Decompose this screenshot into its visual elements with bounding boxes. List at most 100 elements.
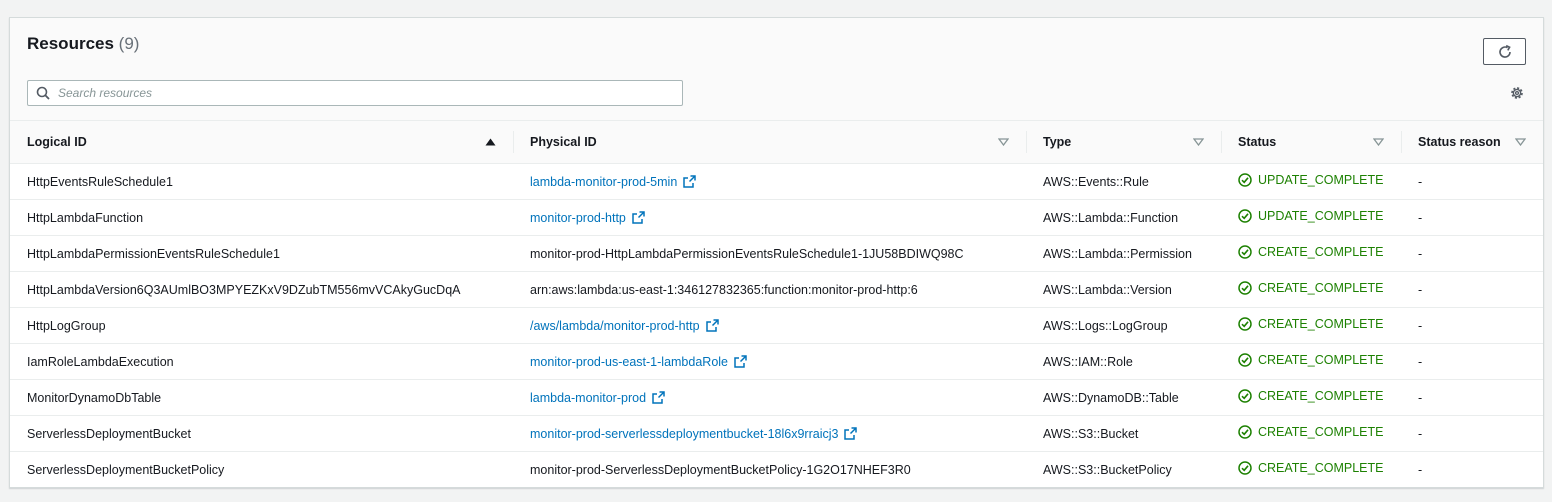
refresh-icon [1497,44,1513,60]
status-cell: UPDATE_COMPLETE [1221,164,1401,200]
logical-id: ServerlessDeploymentBucketPolicy [27,462,225,477]
status-cell: CREATE_COMPLETE [1221,452,1401,488]
external-link-icon [705,319,719,332]
column-header-status[interactable]: Status [1221,121,1401,164]
search-input[interactable] [58,86,658,100]
search-icon [28,81,58,105]
logical-id: HttpLambdaPermissionEventsRuleSchedule1 [27,246,280,261]
status-reason: - [1418,390,1423,405]
status-reason-cell: - [1401,164,1543,200]
logical-id-cell: IamRoleLambdaExecution [10,344,513,380]
physical-id-link[interactable]: lambda-monitor-prod-5min [530,175,697,189]
check-circle-icon [1238,389,1252,403]
type-cell: AWS::DynamoDB::Table [1026,380,1221,416]
table-row: HttpLambdaFunction monitor-prod-http AWS::… [10,200,1543,236]
table-row: HttpLambdaPermissionEventsRuleSchedule1 m… [10,236,1543,272]
logical-id: HttpLambdaFunction [27,210,144,225]
caret-up-icon [485,138,496,146]
table-row: ServerlessDeploymentBucket monitor-prod-s… [10,416,1543,452]
physical-id-link[interactable]: monitor-prod-us-east-1-lambdaRole [530,355,747,369]
resource-type: AWS::S3::BucketPolicy [1043,462,1172,477]
external-link-icon [844,427,858,440]
physical-id-cell: monitor-prod-http [513,200,1026,236]
resource-type: AWS::IAM::Role [1043,354,1133,369]
type-cell: AWS::S3::Bucket [1026,416,1221,452]
logical-id-cell: ServerlessDeploymentBucketPolicy [10,452,513,488]
status-reason-cell: - [1401,200,1543,236]
search-field[interactable] [27,80,683,106]
resource-count: (9) [118,34,140,53]
resource-type: AWS::Logs::LogGroup [1043,318,1168,333]
status-cell: CREATE_COMPLETE [1221,416,1401,452]
status-reason: - [1418,426,1423,441]
column-header-type[interactable]: Type [1026,121,1221,164]
status-reason-cell: - [1401,416,1543,452]
column-divider [1401,131,1402,153]
status-badge: CREATE_COMPLETE [1238,389,1384,403]
status-reason-cell: - [1401,308,1543,344]
resources-panel: Resources (9) Search resources Logical I… [9,17,1544,488]
resource-type: AWS::Lambda::Permission [1043,246,1192,261]
status-cell: CREATE_COMPLETE [1221,380,1401,416]
column-header-logical-id[interactable]: Logical ID [10,121,513,164]
column-header-status-reason[interactable]: Status reason [1401,121,1543,164]
status-reason: - [1418,462,1423,477]
status-badge: UPDATE_COMPLETE [1238,209,1384,223]
check-circle-icon [1238,173,1252,187]
resource-type: AWS::Events::Rule [1043,174,1149,189]
column-divider [513,131,514,153]
logical-id: HttpEventsRuleSchedule1 [27,174,173,189]
type-cell: AWS::Lambda::Version [1026,272,1221,308]
status-reason: - [1418,174,1423,189]
external-link-icon [683,175,697,188]
physical-id-cell: monitor-prod-ServerlessDeploymentBucketP… [513,452,1026,488]
column-header-physical-id[interactable]: Physical ID [513,121,1026,164]
resources-table: Logical ID Physical ID Type Status Statu… [10,120,1543,488]
physical-id-cell: monitor-prod-serverlessdeploymentbucket-… [513,416,1026,452]
caret-down-outline-icon [1373,138,1384,146]
logical-id-cell: HttpLambdaFunction [10,200,513,236]
status-cell: CREATE_COMPLETE [1221,272,1401,308]
logical-id-cell: HttpLambdaPermissionEventsRuleSchedule1 [10,236,513,272]
refresh-button[interactable] [1483,38,1526,65]
caret-down-outline-icon [1193,138,1204,146]
physical-id-cell: /aws/lambda/monitor-prod-http [513,308,1026,344]
status-reason: - [1418,282,1423,297]
title-text: Resources [27,34,114,53]
logical-id: HttpLambdaVersion6Q3AUmlBO3MPYEZKxV9DZub… [27,282,461,297]
physical-id-link[interactable]: monitor-prod-http [530,211,645,225]
physical-id-cell: monitor-prod-us-east-1-lambdaRole [513,344,1026,380]
page-title: Resources (9) [27,34,139,54]
external-link-icon [734,355,747,368]
status-reason: - [1418,246,1423,261]
table-row: HttpLogGroup/aws/lambda/monitor-prod-htt… [10,308,1543,344]
check-circle-icon [1238,317,1252,331]
table-row: MonitorDynamoDbTable lambda-monitor-prod A… [10,380,1543,416]
status-badge: UPDATE_COMPLETE [1238,173,1384,187]
check-circle-icon [1238,209,1252,223]
status-cell: CREATE_COMPLETE [1221,236,1401,272]
physical-id-cell: lambda-monitor-prod [513,380,1026,416]
physical-id-link[interactable]: lambda-monitor-prod [530,391,665,405]
logical-id-cell: HttpLambdaVersion6Q3AUmlBO3MPYEZKxV9DZub… [10,272,513,308]
status-badge: CREATE_COMPLETE [1238,317,1384,331]
status-reason: - [1418,354,1423,369]
check-circle-icon [1238,461,1252,475]
status-reason-cell: - [1401,452,1543,488]
check-circle-icon [1238,281,1252,295]
preferences-button[interactable] [1508,84,1526,102]
type-cell: AWS::S3::BucketPolicy [1026,452,1221,488]
check-circle-icon [1238,245,1252,259]
type-cell: AWS::Lambda::Function [1026,200,1221,236]
status-badge: CREATE_COMPLETE [1238,353,1384,367]
external-link-icon [652,391,665,404]
caret-down-outline-icon [1515,138,1526,146]
physical-id-link[interactable]: /aws/lambda/monitor-prod-http [530,319,719,333]
external-link-icon [632,211,645,224]
status-reason-cell: - [1401,272,1543,308]
logical-id: IamRoleLambdaExecution [27,354,174,369]
table-row: HttpEventsRuleSchedule1 lambda-monitor-pr… [10,164,1543,200]
logical-id-cell: HttpEventsRuleSchedule1 [10,164,513,200]
physical-id-link[interactable]: monitor-prod-serverlessdeploymentbucket-… [530,427,858,441]
status-reason: - [1418,210,1423,225]
